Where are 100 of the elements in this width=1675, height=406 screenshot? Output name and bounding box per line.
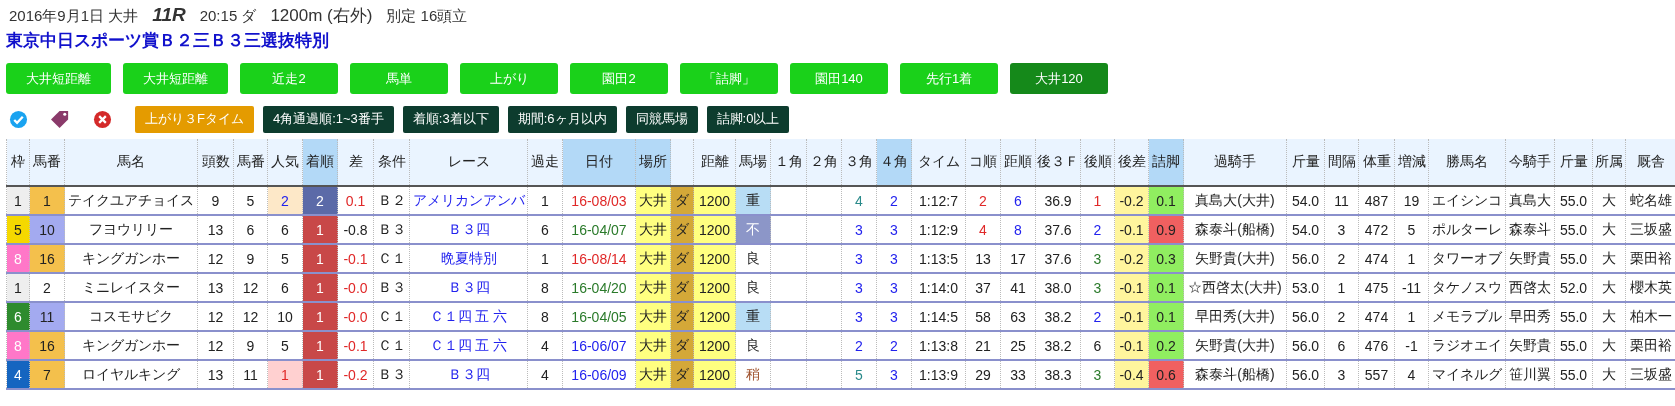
column-header[interactable]: 馬番 (29, 139, 65, 186)
check-icon[interactable] (9, 109, 28, 129)
table-cell: Ｂ３ (373, 215, 410, 244)
table-cell: 487 (1358, 186, 1395, 215)
table-cell: 9 (197, 186, 234, 215)
table-cell: 1:12:9 (911, 215, 966, 244)
table-cell: 12 (233, 302, 268, 331)
table-cell: 475 (1358, 273, 1395, 302)
table-cell: 55.0 (1554, 244, 1593, 273)
column-header[interactable]: タイム (911, 139, 966, 186)
table-cell: 良 (735, 331, 771, 360)
table-cell: 真島大 (1505, 186, 1555, 215)
table-cell: 56.0 (1286, 360, 1325, 389)
column-header[interactable]: 着順 (302, 139, 338, 186)
table-cell: ロイヤルキング (64, 360, 198, 389)
table-cell: 37.6 (1035, 215, 1081, 244)
table-cell: 1 (267, 360, 303, 389)
column-header[interactable]: 日付 (562, 139, 636, 186)
column-header[interactable]: 後差 (1114, 139, 1149, 186)
column-header[interactable]: 頭数 (197, 139, 234, 186)
table-cell: 森泰斗(船橋) (1183, 360, 1287, 389)
table-cell: 大 (1592, 244, 1626, 273)
table-cell: -0.4 (1114, 360, 1149, 389)
table-cell: 1:13:8 (911, 331, 966, 360)
table-cell: 37 (965, 273, 1001, 302)
column-header[interactable]: 厩舎 (1625, 139, 1675, 186)
column-header[interactable]: 枠 (6, 139, 30, 186)
column-header[interactable]: 斤量 (1286, 139, 1325, 186)
filter-chip[interactable]: 詰脚:0以上 (706, 105, 790, 133)
column-header[interactable]: 間隔 (1324, 139, 1359, 186)
filter-chip[interactable]: 着順:3着以下 (402, 105, 499, 133)
table-cell: -0.1 (1114, 302, 1149, 331)
table-cell: 1 (1394, 302, 1429, 331)
table-cell: 1:13:9 (911, 360, 966, 389)
column-header[interactable] (670, 139, 694, 186)
table-cell: フヨウリリー (64, 215, 198, 244)
table-cell: 柏木一 (1625, 302, 1675, 331)
column-header[interactable]: 所属 (1592, 139, 1626, 186)
column-header[interactable]: １角 (770, 139, 807, 186)
table-cell: 大井 (635, 244, 671, 273)
column-header[interactable]: ４角 (876, 139, 912, 186)
column-header[interactable]: 距離 (693, 139, 736, 186)
filter-chip[interactable]: 4角通過順:1~3番手 (262, 105, 394, 133)
table-cell: 1 (302, 273, 338, 302)
table-cell: 38.0 (1035, 273, 1081, 302)
column-header[interactable]: 体重 (1358, 139, 1395, 186)
table-cell: 森泰斗(船橋) (1183, 215, 1287, 244)
column-header[interactable]: 増減 (1394, 139, 1429, 186)
column-header[interactable]: 差 (337, 139, 374, 186)
filter-chip[interactable]: 期間:6ヶ月以内 (507, 105, 617, 133)
column-header[interactable]: ３角 (841, 139, 877, 186)
column-header[interactable]: 距順 (1000, 139, 1036, 186)
column-header[interactable]: コ順 (965, 139, 1001, 186)
column-header[interactable]: レース (409, 139, 528, 186)
filter-button[interactable]: 大井120 (1010, 63, 1108, 94)
table-cell: 1 (527, 244, 563, 273)
column-header[interactable]: 今騎手 (1505, 139, 1555, 186)
column-header[interactable]: 斤量 (1554, 139, 1593, 186)
column-header[interactable]: ２角 (806, 139, 842, 186)
table-cell: 蛇名雄 (1625, 186, 1675, 215)
table-cell: 1 (302, 302, 338, 331)
close-icon[interactable] (93, 109, 112, 129)
column-header[interactable]: 条件 (373, 139, 410, 186)
table-cell: 63 (1000, 302, 1036, 331)
table-cell: 3 (841, 302, 877, 331)
table-cell: -11 (1394, 273, 1429, 302)
column-header[interactable]: 馬番 (233, 139, 268, 186)
table-cell: 1:14:5 (911, 302, 966, 331)
race-time-track: 20:15 ダ (199, 7, 257, 26)
table-cell: 54.0 (1286, 215, 1325, 244)
column-header[interactable]: 場所 (635, 139, 671, 186)
column-header[interactable]: 人気 (267, 139, 303, 186)
column-header[interactable]: 馬名 (64, 139, 198, 186)
race-date-venue: 2016年9月1日 大井 (9, 7, 139, 26)
column-header[interactable]: 勝馬名 (1428, 139, 1506, 186)
table-cell: 3 (876, 273, 912, 302)
table-cell: 55.0 (1554, 186, 1593, 215)
table-cell: 笹川翼 (1505, 360, 1555, 389)
column-header[interactable]: 過走 (527, 139, 563, 186)
table-cell: 大 (1592, 273, 1626, 302)
column-header[interactable]: 後順 (1080, 139, 1115, 186)
table-cell: ミニレイスター (64, 273, 198, 302)
table-cell: 稍 (735, 360, 771, 389)
table-cell: ポルターレ (1428, 215, 1506, 244)
filter-chip[interactable]: 同競馬場 (625, 105, 698, 133)
table-cell: 2 (267, 186, 303, 215)
table-cell: 41 (1000, 273, 1036, 302)
table-cell: 2 (841, 331, 877, 360)
tag-icon[interactable] (51, 109, 70, 129)
table-cell: 1 (6, 186, 30, 215)
table-cell: 3 (876, 215, 912, 244)
column-header[interactable]: 後３Ｆ (1035, 139, 1081, 186)
table-cell: 0.1 (337, 186, 374, 215)
column-header[interactable]: 馬場 (735, 139, 771, 186)
table-cell: 1 (302, 244, 338, 273)
column-header[interactable]: 詰脚 (1148, 139, 1184, 186)
column-header[interactable]: 過騎手 (1183, 139, 1287, 186)
table-cell: -0.2 (1114, 244, 1149, 273)
table-cell: コスモサビク (64, 302, 198, 331)
table-cell: -0.1 (1114, 215, 1149, 244)
